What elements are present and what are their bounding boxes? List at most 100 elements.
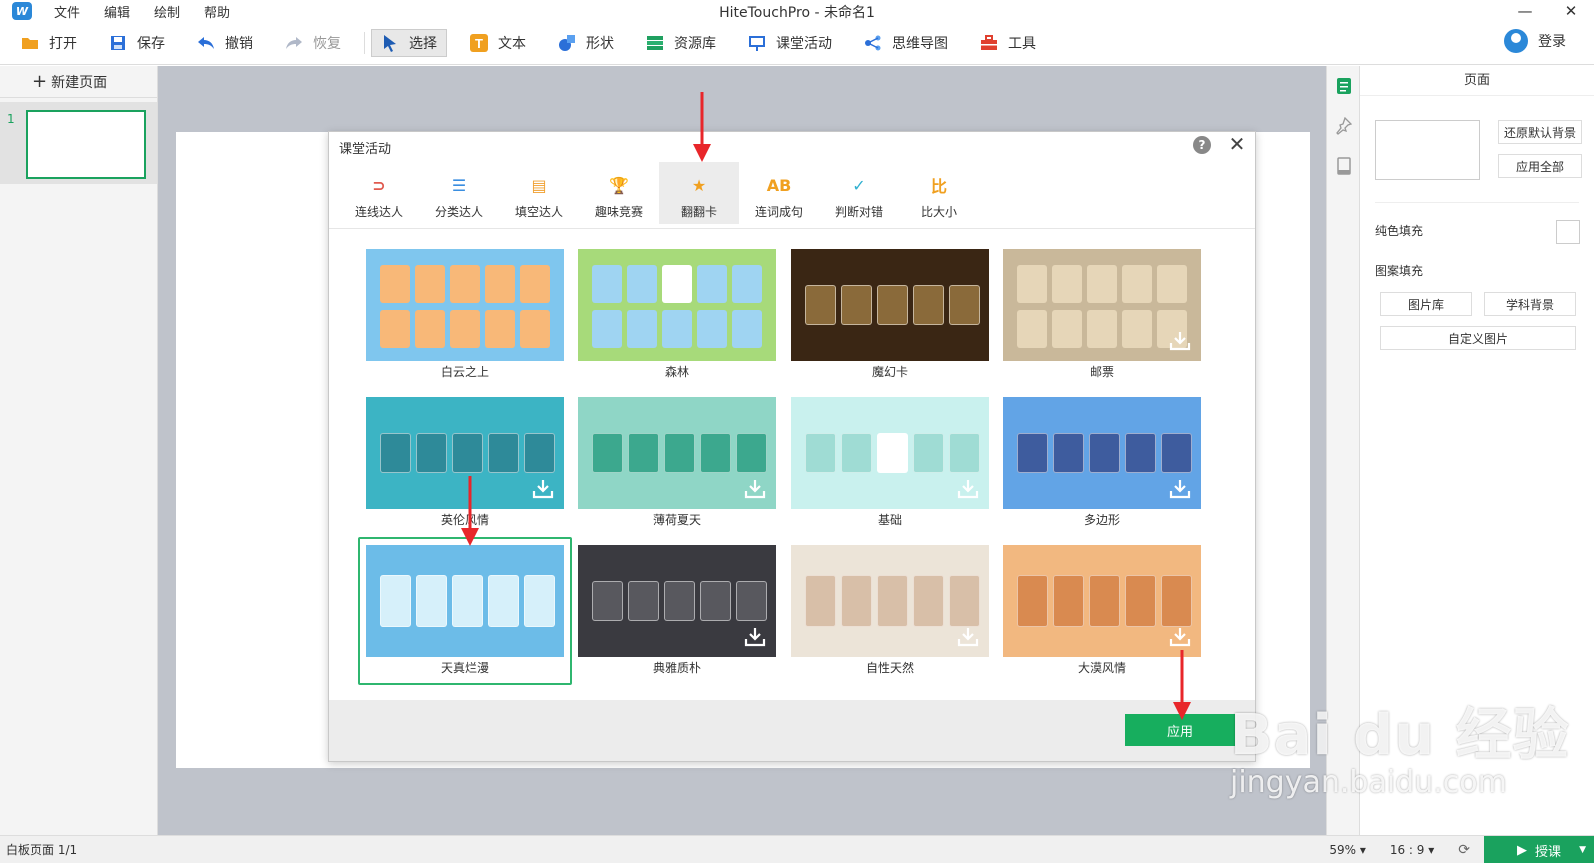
menu-draw[interactable]: 绘制	[154, 2, 180, 21]
apply-all-button[interactable]: 应用全部	[1498, 154, 1582, 178]
page-settings-icon[interactable]	[1327, 66, 1361, 106]
template-card[interactable]: 多边形	[1003, 397, 1201, 527]
template-thumbnail	[791, 397, 989, 509]
template-card-face	[1125, 433, 1156, 473]
tab-trophy[interactable]: 🏆 趣味竞赛	[579, 162, 659, 224]
help-icon[interactable]: ?	[1193, 136, 1211, 154]
tab-word-link[interactable]: AB 连词成句	[739, 162, 819, 224]
tab-true-false[interactable]: ✓ 判断对错	[819, 162, 899, 224]
class-activity-button[interactable]: 课堂活动	[739, 29, 841, 57]
template-card-face	[592, 433, 623, 473]
cursor-icon	[381, 34, 399, 52]
download-icon[interactable]	[532, 479, 554, 499]
download-icon[interactable]	[744, 627, 766, 647]
template-card-face	[1125, 575, 1156, 627]
chevron-down-icon[interactable]: ▼	[1579, 845, 1586, 855]
template-card-face	[841, 575, 872, 627]
text-tool-button[interactable]: T 文本	[461, 29, 535, 57]
custom-image-button[interactable]: 自定义图片	[1380, 326, 1576, 350]
download-icon[interactable]	[1169, 627, 1191, 647]
tab-flip-card[interactable]: ★ 翻翻卡	[659, 162, 739, 224]
template-card-face	[416, 433, 447, 473]
close-window-button[interactable]: ✕	[1548, 0, 1594, 22]
true-false-icon: ✓	[852, 175, 866, 195]
subject-background-button[interactable]: 学科背景	[1484, 292, 1576, 316]
tab-list[interactable]: ☰ 分类达人	[419, 162, 499, 224]
template-cards	[1017, 575, 1197, 627]
user-avatar-icon	[1504, 29, 1528, 53]
link-icon: ⊃	[372, 175, 386, 195]
page-thumbnail[interactable]	[26, 110, 146, 179]
tab-compare[interactable]: 比比大小	[899, 162, 979, 224]
template-card-face	[450, 310, 480, 348]
download-icon[interactable]	[744, 479, 766, 499]
menu-edit[interactable]: 编辑	[104, 2, 130, 21]
download-icon[interactable]	[1169, 331, 1191, 351]
save-button[interactable]: 保存	[100, 29, 174, 57]
annotation-arrow-tab	[693, 92, 711, 162]
download-icon[interactable]	[1169, 479, 1191, 499]
template-card-face	[913, 285, 944, 325]
compare-icon: 比	[930, 177, 947, 196]
menu-file[interactable]: 文件	[54, 2, 80, 21]
select-tool-button[interactable]: 选择	[371, 29, 447, 57]
template-card[interactable]: 典雅质朴	[578, 545, 776, 675]
shape-tool-button[interactable]: 形状	[549, 29, 623, 57]
template-card[interactable]: 基础	[791, 397, 989, 527]
template-card[interactable]: 大漠风情	[1003, 545, 1201, 675]
save-icon	[109, 34, 127, 52]
template-card-face	[520, 265, 550, 303]
menu-bar: 文件 编辑 绘制 帮助	[54, 2, 254, 21]
restore-background-button[interactable]: 还原默认背景	[1498, 120, 1582, 144]
minimize-button[interactable]: —	[1502, 0, 1548, 22]
template-card-face	[805, 575, 836, 627]
fill-color-picker[interactable]	[1556, 220, 1580, 244]
template-card-face	[1087, 265, 1117, 303]
aspect-ratio-select[interactable]: 16 : 9 ▾	[1390, 843, 1434, 857]
book-icon[interactable]	[1327, 146, 1361, 186]
gallery-button[interactable]: 图片库	[1380, 292, 1472, 316]
pin-icon[interactable]	[1327, 106, 1361, 146]
template-card[interactable]: 邮票	[1003, 249, 1201, 379]
tab-label: 填空达人	[514, 205, 563, 219]
template-label: 基础	[877, 513, 902, 527]
save-label: 保存	[137, 36, 165, 52]
template-card[interactable]: 白云之上	[366, 249, 564, 379]
template-card-face	[380, 265, 410, 303]
template-cards	[805, 575, 985, 627]
tools-button[interactable]: 工具	[971, 29, 1045, 57]
template-card[interactable]: 魔幻卡	[791, 249, 989, 379]
new-page-button[interactable]: + 新建页面	[0, 66, 157, 98]
mindmap-button[interactable]: 思维导图	[855, 29, 957, 57]
template-card-face	[1052, 265, 1082, 303]
template-card[interactable]: 自性天然	[791, 545, 989, 675]
background-preview	[1375, 120, 1480, 180]
template-label: 典雅质朴	[652, 661, 701, 675]
download-icon[interactable]	[957, 627, 979, 647]
annotation-arrow-template	[461, 476, 479, 546]
template-card-face	[380, 575, 411, 627]
tab-fill-blank[interactable]: ▤ 填空达人	[499, 162, 579, 224]
template-card-face	[485, 265, 515, 303]
download-icon[interactable]	[957, 479, 979, 499]
template-card-face	[452, 575, 483, 627]
zoom-select[interactable]: 59% ▾	[1329, 843, 1366, 857]
template-card[interactable]: 森林	[578, 249, 776, 379]
login-button[interactable]: 登录	[1504, 29, 1566, 53]
open-button[interactable]: 打开	[12, 29, 86, 57]
template-cards	[592, 581, 772, 621]
start-teaching-button[interactable]: ▶ 授课 ▼	[1484, 836, 1594, 863]
template-card[interactable]: 天真烂漫	[366, 545, 564, 675]
tab-link[interactable]: ⊃ 连线达人	[339, 162, 419, 224]
template-card[interactable]: 薄荷夏天	[578, 397, 776, 527]
close-dialog-button[interactable]: ✕	[1225, 132, 1249, 156]
template-card-face	[628, 581, 659, 621]
resources-button[interactable]: 资源库	[637, 29, 725, 57]
redo-button[interactable]: 恢复	[276, 29, 350, 57]
template-thumbnail	[1003, 397, 1201, 509]
template-card-face	[627, 310, 657, 348]
list-icon: ☰	[451, 175, 467, 195]
undo-button[interactable]: 撤销	[188, 29, 262, 57]
sync-icon[interactable]: ⟳	[1458, 842, 1470, 858]
menu-help[interactable]: 帮助	[204, 2, 230, 21]
